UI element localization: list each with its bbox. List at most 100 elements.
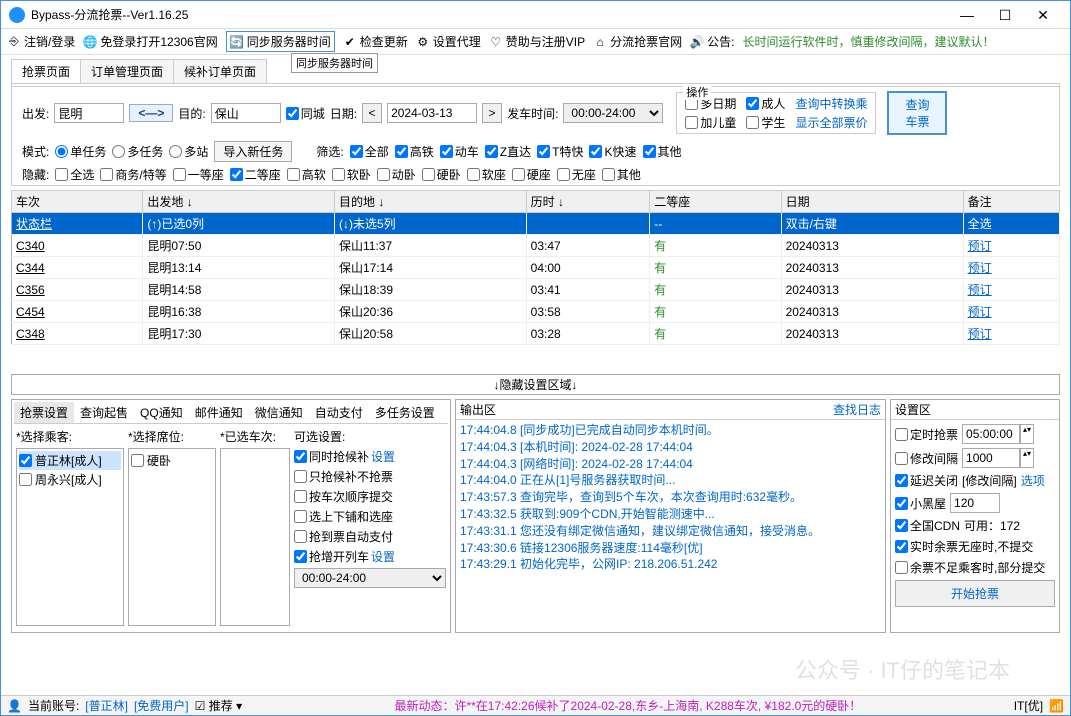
logout-login[interactable]: ⎆注销/登录 bbox=[7, 33, 75, 50]
cdn-check[interactable]: 全国CDN bbox=[895, 517, 960, 534]
filter-tk[interactable]: T特快 bbox=[537, 143, 583, 160]
mode-multi[interactable]: 多任务 bbox=[112, 143, 163, 160]
table-row[interactable]: C348昆明17:30保山20:5803:28有20240313预订 bbox=[12, 323, 1060, 345]
delay-check[interactable]: 延迟关闭 bbox=[895, 472, 958, 489]
filter-kk[interactable]: K快速 bbox=[589, 143, 636, 160]
opt-seq[interactable]: 按车次顺序提交 bbox=[294, 488, 446, 505]
panel-tab[interactable]: QQ通知 bbox=[134, 402, 189, 423]
hide-sw[interactable]: 商务/特等 bbox=[100, 166, 166, 183]
filter-all[interactable]: 全部 bbox=[350, 143, 389, 160]
show-price-link[interactable]: 显示全部票价 bbox=[795, 114, 867, 131]
opt-only-hb[interactable]: 只抢候补不抢票 bbox=[294, 468, 446, 485]
same-city-check[interactable]: 同城 bbox=[286, 105, 325, 122]
main-tabs: 抢票页面 订单管理页面 候补订单页面 bbox=[11, 59, 1070, 83]
table-row[interactable]: C356昆明14:58保山18:3903:41有20240313预订 bbox=[12, 279, 1060, 301]
transfer-link[interactable]: 查询中转换乘 bbox=[795, 95, 867, 112]
close-button[interactable]: ✕ bbox=[1024, 3, 1062, 27]
opt-time[interactable]: 00:00-24:00 bbox=[294, 568, 446, 588]
table-header[interactable]: 车次 bbox=[12, 191, 143, 213]
hide-rw[interactable]: 软卧 bbox=[332, 166, 371, 183]
interval-check[interactable]: 修改间隔 bbox=[895, 450, 958, 467]
date-prev[interactable]: < bbox=[362, 103, 382, 123]
hide-yz[interactable]: 硬座 bbox=[512, 166, 551, 183]
table-row[interactable]: C454昆明16:38保山20:3603:58有20240313预订 bbox=[12, 301, 1060, 323]
official-site[interactable]: ⌂分流抢票官网 bbox=[593, 33, 682, 50]
recommend-dropdown[interactable]: ☑ 推荐 ▾ bbox=[195, 697, 242, 714]
passenger-list[interactable]: 普正林[成人] 周永兴[成人] bbox=[16, 448, 124, 626]
opt-bunk[interactable]: 选上下铺和选座 bbox=[294, 508, 446, 525]
table-header[interactable]: 目的地 ↓ bbox=[335, 191, 527, 213]
timed-check[interactable]: 定时抢票 bbox=[895, 426, 958, 443]
panel-tab[interactable]: 多任务设置 bbox=[369, 402, 441, 423]
child-check[interactable]: 加儿童 bbox=[685, 114, 736, 131]
panel-tab[interactable]: 邮件通知 bbox=[189, 402, 249, 423]
swap-button[interactable]: <—> bbox=[129, 104, 173, 122]
hide-yw[interactable]: 硬卧 bbox=[422, 166, 461, 183]
hide-all[interactable]: 全选 bbox=[55, 166, 94, 183]
panel-tab[interactable]: 自动支付 bbox=[309, 402, 369, 423]
find-log[interactable]: 查找日志 bbox=[833, 401, 881, 418]
maximize-button[interactable]: ☐ bbox=[986, 3, 1024, 27]
table-row[interactable]: C344昆明13:14保山17:1404:00有20240313预订 bbox=[12, 257, 1060, 279]
opt-hb[interactable]: 同时抢候补 设置 bbox=[294, 448, 446, 465]
panel-tab[interactable]: 抢票设置 bbox=[14, 402, 74, 423]
tab-waitlist[interactable]: 候补订单页面 bbox=[173, 59, 267, 83]
table-header[interactable]: 历时 ↓ bbox=[526, 191, 650, 213]
account-link[interactable]: [普正林] bbox=[85, 697, 128, 714]
trains-table: 车次出发地 ↓目的地 ↓历时 ↓二等座日期备注 状态栏(↑)已选0列(↓)未选5… bbox=[11, 190, 1060, 345]
open-12306[interactable]: 🌐免登录打开12306官网 bbox=[83, 33, 217, 50]
selected-trains[interactable] bbox=[220, 448, 290, 626]
hide-y2[interactable]: 二等座 bbox=[230, 166, 281, 183]
tab-orders[interactable]: 订单管理页面 bbox=[80, 59, 174, 83]
table-row[interactable]: C340昆明07:50保山11:3703:47有20240313预订 bbox=[12, 235, 1060, 257]
dest-input[interactable] bbox=[211, 103, 281, 123]
opt-addtrain[interactable]: 抢增开列车 设置 bbox=[294, 548, 446, 565]
start-button[interactable]: 开始抢票 bbox=[895, 580, 1055, 607]
hide-wz[interactable]: 无座 bbox=[557, 166, 596, 183]
rt-check[interactable]: 实时余票无座时,不提交 bbox=[895, 538, 1033, 555]
filter-other[interactable]: 其他 bbox=[643, 143, 682, 160]
sync-time[interactable]: 🔄同步服务器时间 bbox=[226, 31, 335, 52]
mode-single[interactable]: 单任务 bbox=[55, 143, 106, 160]
app-logo bbox=[9, 7, 25, 23]
table-header[interactable]: 日期 bbox=[781, 191, 963, 213]
proxy-settings[interactable]: ⚙设置代理 bbox=[416, 33, 481, 50]
seat-list[interactable]: 硬卧 bbox=[128, 448, 216, 626]
opt-autopay[interactable]: 抢到票自动支付 bbox=[294, 528, 446, 545]
hide-gr[interactable]: 高软 bbox=[287, 166, 326, 183]
filter-dc[interactable]: 动车 bbox=[440, 143, 479, 160]
timed-input[interactable] bbox=[962, 424, 1020, 444]
filter-gt[interactable]: 高铁 bbox=[395, 143, 434, 160]
panel-tab[interactable]: 查询起售 bbox=[74, 402, 134, 423]
donate-vip[interactable]: ♡赞助与注册VIP bbox=[489, 33, 585, 50]
account-type[interactable]: [免费用户] bbox=[134, 697, 189, 714]
check-update[interactable]: ✔检查更新 bbox=[343, 33, 408, 50]
date-input[interactable] bbox=[387, 103, 477, 123]
table-header[interactable]: 二等座 bbox=[650, 191, 781, 213]
black-check[interactable]: 小黑屋 bbox=[895, 495, 946, 512]
table-header[interactable]: 出发地 ↓ bbox=[143, 191, 335, 213]
output-body[interactable]: 17:44:04.8 [同步成功]已完成自动同步本机时间。17:44:04.3 … bbox=[456, 420, 885, 632]
hide-dw[interactable]: 动卧 bbox=[377, 166, 416, 183]
dest-label: 目的: bbox=[178, 105, 205, 122]
table-header[interactable]: 备注 bbox=[963, 191, 1059, 213]
adult-check[interactable]: 成人 bbox=[746, 95, 785, 112]
insuf-check[interactable]: 余票不足乘客时,部分提交 bbox=[895, 559, 1045, 576]
time-select[interactable]: 00:00-24:00 bbox=[563, 103, 663, 123]
student-check[interactable]: 学生 bbox=[746, 114, 785, 131]
import-task[interactable]: 导入新任务 bbox=[214, 141, 292, 162]
mode-station[interactable]: 多站 bbox=[169, 143, 208, 160]
interval-input[interactable] bbox=[962, 448, 1020, 468]
minimize-button[interactable]: — bbox=[948, 3, 986, 27]
hide-settings-bar[interactable]: ↓隐藏设置区域↓ bbox=[11, 374, 1060, 395]
date-next[interactable]: > bbox=[482, 103, 502, 123]
panel-tab[interactable]: 微信通知 bbox=[249, 402, 309, 423]
hide-other[interactable]: 其他 bbox=[602, 166, 641, 183]
black-input[interactable] bbox=[950, 493, 1000, 513]
hide-rz[interactable]: 软座 bbox=[467, 166, 506, 183]
query-button[interactable]: 查询 车票 bbox=[887, 91, 947, 135]
filter-zd[interactable]: Z直达 bbox=[485, 143, 531, 160]
hide-y1[interactable]: 一等座 bbox=[173, 166, 224, 183]
depart-input[interactable] bbox=[54, 103, 124, 123]
tab-grab[interactable]: 抢票页面 bbox=[11, 59, 81, 83]
